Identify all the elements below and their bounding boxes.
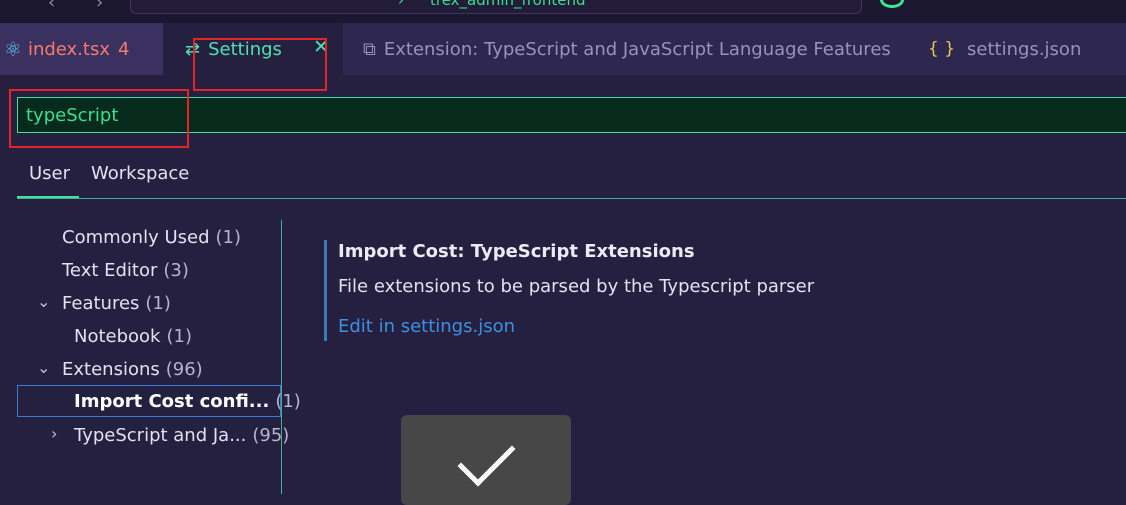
react-icon: ⚛ <box>4 37 22 61</box>
copilot-icon[interactable] <box>880 0 904 8</box>
close-icon[interactable]: ✕ <box>313 36 329 58</box>
chevron-right-icon: › <box>398 0 404 9</box>
toc-item-count: (1) <box>166 325 192 347</box>
toc-item-extensions[interactable]: ⌄ Extensions (96) <box>17 353 281 385</box>
chevron-down-icon[interactable]: ⌄ <box>37 358 50 377</box>
toc-item-notebook[interactable]: Notebook (1) <box>17 320 281 352</box>
title-bar: ‹ › › trex_admin_frontend <box>0 0 1126 23</box>
command-center-text: trex_admin_frontend <box>430 0 586 9</box>
tab-workspace[interactable]: Workspace <box>91 163 189 184</box>
settings-search-input[interactable] <box>26 98 1116 132</box>
extensions-icon: ⧉ <box>363 38 376 60</box>
tab-label: settings.json <box>967 38 1082 60</box>
toc-item-count: (1) <box>145 292 171 314</box>
toc-item-label: Extensions <box>62 358 160 380</box>
chevron-down-icon[interactable]: ⌄ <box>37 292 50 311</box>
toc-item-label: TypeScript and Ja... <box>74 424 247 446</box>
settings-toc: Commonly Used (1) Text Editor (3) ⌄ Feat… <box>17 220 301 494</box>
chevron-right-icon[interactable]: › <box>96 0 103 13</box>
tab-settings[interactable]: ⇄ Settings ✕ <box>163 23 343 75</box>
tab-label: Extension: TypeScript and JavaScript Lan… <box>383 38 891 60</box>
edit-in-settings-json-link[interactable]: Edit in settings.json <box>338 316 515 337</box>
saved-toast <box>401 415 571 505</box>
tab-user[interactable]: User <box>29 163 70 184</box>
tab-index-tsx[interactable]: ⚛ index.tsx 4 <box>0 23 163 75</box>
toc-item-label: Features <box>62 292 140 314</box>
toc-item-label: Text Editor <box>62 259 158 281</box>
toc-item-count: (3) <box>163 259 189 281</box>
setting-item: Import Cost: TypeScript Extensions File … <box>324 240 1087 341</box>
toc-item-label: Notebook <box>74 325 161 347</box>
tab-label: Settings <box>208 38 282 60</box>
toc-item-features[interactable]: ⌄ Features (1) <box>17 287 281 319</box>
toc-item-count: (1) <box>275 390 301 412</box>
toc-item-commonly-used[interactable]: Commonly Used (1) <box>17 221 281 253</box>
settings-scope-tabs: User Workspace <box>17 158 1126 199</box>
toc-item-import-cost[interactable]: Import Cost confi... (1) <box>17 385 301 417</box>
tab-label: index.tsx <box>27 38 110 60</box>
json-braces-icon: { } <box>928 39 956 59</box>
problem-count-badge: 4 <box>118 38 130 60</box>
toc-divider <box>281 220 282 494</box>
tab-extension-typescript[interactable]: ⧉ Extension: TypeScript and JavaScript L… <box>343 23 893 75</box>
settings-sliders-icon: ⇄ <box>185 38 201 60</box>
editor-tab-bar: ⚛ index.tsx 4 ⇄ Settings ✕ ⧉ Extension: … <box>0 23 1126 75</box>
active-tab-indicator <box>17 196 79 198</box>
checkmark-icon <box>457 428 516 487</box>
toc-item-text-editor[interactable]: Text Editor (3) <box>17 254 281 286</box>
chevron-left-icon[interactable]: ‹ <box>48 0 55 13</box>
tab-settings-json[interactable]: { } settings.json <box>893 23 1126 75</box>
toc-item-label: Import Cost confi... <box>74 390 270 412</box>
toc-item-label: Commonly Used <box>62 226 210 248</box>
toc-item-count: (96) <box>165 358 203 380</box>
settings-search-box <box>17 97 1126 133</box>
toc-item-typescript[interactable]: › TypeScript and Ja... (95) <box>17 419 289 451</box>
setting-title: Import Cost: TypeScript Extensions <box>338 241 695 262</box>
setting-description: File extensions to be parsed by the Type… <box>338 276 815 297</box>
toc-item-count: (95) <box>252 424 290 446</box>
chevron-right-icon[interactable]: › <box>51 424 57 443</box>
toc-item-count: (1) <box>215 226 242 248</box>
